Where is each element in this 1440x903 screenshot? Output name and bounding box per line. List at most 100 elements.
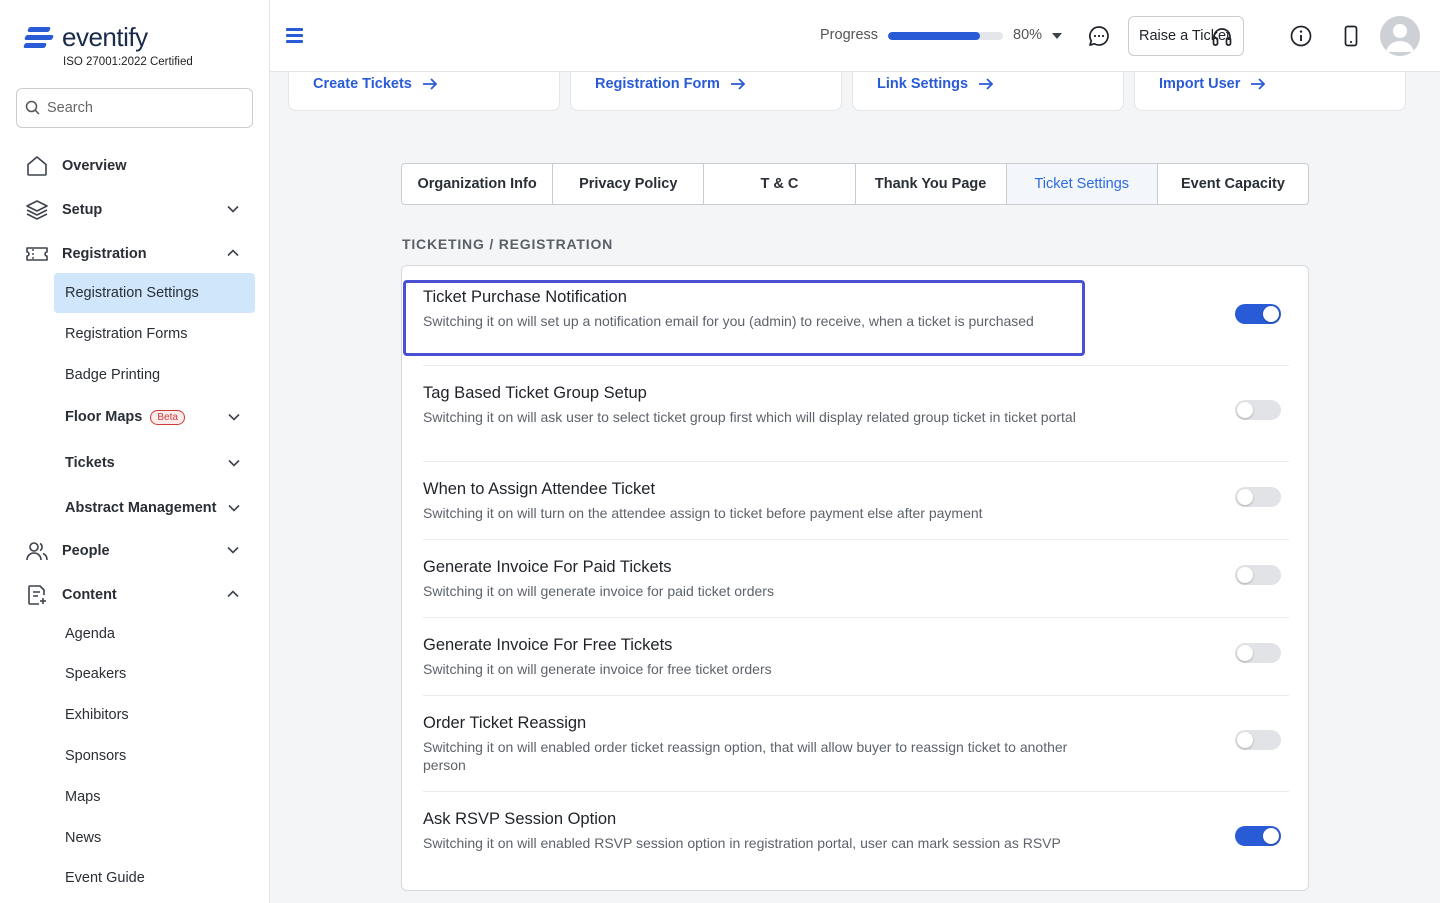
sidebar-item-abstract-management[interactable]: Abstract Management — [54, 488, 255, 528]
setting-description: Switching it on will ask user to select … — [423, 409, 1076, 425]
setting-row: Ask RSVP Session Option Switching it on … — [423, 792, 1289, 890]
setting-toggle[interactable] — [1235, 826, 1281, 846]
toggle-knob — [1237, 567, 1253, 583]
nav-setup[interactable]: Setup — [24, 193, 254, 227]
headset-icon — [1212, 28, 1232, 46]
sidebar-item-news[interactable]: News — [54, 818, 255, 858]
chevron-down-icon — [228, 459, 240, 467]
people-icon — [24, 538, 50, 564]
tab-event-capacity[interactable]: Event Capacity — [1158, 164, 1308, 204]
tickets-label: Tickets — [65, 455, 115, 471]
setting-title: Ask RSVP Session Option — [423, 810, 617, 828]
sidebar-item-registration-settings[interactable]: Registration Settings — [54, 273, 255, 313]
chevron-down-icon — [228, 413, 240, 421]
toggle-knob — [1263, 828, 1279, 844]
sidebar-item-event-guide[interactable]: Event Guide — [54, 858, 255, 898]
setting-description: Switching it on will turn on the attende… — [423, 505, 983, 521]
mobile-icon[interactable] — [1338, 23, 1364, 49]
import-user-link[interactable]: Import User — [1159, 76, 1266, 92]
setting-description: Switching it on will set up a notificati… — [423, 313, 1034, 329]
setting-description: Switching it on will generate invoice fo… — [423, 583, 774, 599]
chevron-up-icon — [227, 590, 239, 598]
setting-toggle[interactable] — [1235, 487, 1281, 507]
nav-overview-label: Overview — [62, 158, 127, 174]
abstract-management-label: Abstract Management — [65, 500, 217, 516]
top-bar: Progress 80% Raise a Ticket — [270, 0, 1440, 72]
search-input[interactable] — [47, 100, 237, 116]
caret-down-icon[interactable] — [1052, 33, 1062, 39]
sidebar-item-speakers[interactable]: Speakers — [54, 654, 255, 694]
setting-row: Ticket Purchase Notification Switching i… — [423, 266, 1289, 366]
progress-percent: 80% — [1013, 27, 1043, 43]
settings-panel: Ticket Purchase Notification Switching i… — [401, 265, 1309, 891]
tab-organization-info[interactable]: Organization Info — [402, 164, 554, 204]
setting-title: Generate Invoice For Paid Tickets — [423, 558, 672, 576]
toggle-knob — [1237, 732, 1253, 748]
sidebar-item-floor-maps[interactable]: Floor Maps Beta — [54, 397, 255, 437]
layers-icon — [24, 197, 50, 223]
nav-content[interactable]: Content — [24, 578, 254, 612]
search-box[interactable] — [16, 88, 253, 128]
setting-toggle[interactable] — [1235, 304, 1281, 324]
setting-description: Switching it on will enabled order ticke… — [423, 739, 1068, 773]
chevron-up-icon — [227, 249, 239, 257]
setting-title: Order Ticket Reassign — [423, 714, 587, 732]
user-avatar-icon[interactable] — [1380, 16, 1420, 56]
sidebar-item-agenda[interactable]: Agenda — [54, 614, 255, 654]
tab-ticket-settings[interactable]: Ticket Settings — [1006, 164, 1158, 204]
menu-icon[interactable] — [286, 27, 304, 43]
sidebar-item-sponsors[interactable]: Sponsors — [54, 736, 255, 776]
setting-toggle[interactable] — [1235, 643, 1281, 663]
setting-toggle[interactable] — [1235, 400, 1281, 420]
chevron-down-icon — [228, 504, 240, 512]
toggle-knob — [1237, 645, 1253, 661]
tab-privacy-policy[interactable]: Privacy Policy — [553, 164, 705, 204]
settings-tabs: Organization Info Privacy Policy T & C T… — [401, 163, 1309, 205]
setting-title: Tag Based Ticket Group Setup — [423, 384, 647, 402]
floor-maps-label: Floor Maps — [65, 409, 143, 425]
ticket-icon — [24, 241, 50, 267]
progress-bar — [888, 32, 1003, 40]
setting-row: Tag Based Ticket Group Setup Switching i… — [423, 366, 1289, 462]
setting-toggle[interactable] — [1235, 565, 1281, 585]
nav-people[interactable]: People — [24, 534, 254, 568]
toggle-knob — [1237, 489, 1253, 505]
nav-setup-label: Setup — [62, 202, 103, 218]
chat-icon[interactable] — [1086, 23, 1112, 49]
setting-title: When to Assign Attendee Ticket — [423, 480, 656, 498]
registration-form-link[interactable]: Registration Form — [595, 76, 746, 92]
tab-terms-conditions[interactable]: T & C — [704, 164, 856, 204]
chevron-down-icon — [227, 205, 239, 213]
certification-text: ISO 27001:2022 Certified — [63, 56, 193, 68]
create-tickets-label: Create Tickets — [313, 76, 412, 92]
beta-badge: Beta — [150, 409, 185, 425]
sidebar-item-maps[interactable]: Maps — [54, 777, 255, 817]
eventify-logo[interactable]: eventify — [23, 22, 148, 53]
home-icon — [24, 153, 50, 179]
create-tickets-link[interactable]: Create Tickets — [313, 76, 438, 92]
tab-thank-you-page[interactable]: Thank You Page — [856, 164, 1007, 204]
nav-registration-label: Registration — [62, 246, 147, 262]
nav-registration[interactable]: Registration — [24, 237, 254, 271]
progress-bar-fill — [888, 32, 980, 40]
setting-title: Ticket Purchase Notification — [423, 288, 627, 306]
toggle-knob — [1263, 306, 1279, 322]
setting-row: Order Ticket Reassign Switching it on wi… — [423, 696, 1289, 792]
nav-people-label: People — [62, 543, 110, 559]
sidebar-item-badge-printing[interactable]: Badge Printing — [54, 355, 255, 395]
nav-content-label: Content — [62, 587, 117, 603]
section-title: TICKETING / REGISTRATION — [402, 236, 614, 252]
info-icon[interactable] — [1288, 23, 1314, 49]
sidebar-item-exhibitors[interactable]: Exhibitors — [54, 695, 255, 735]
setting-row: Generate Invoice For Paid Tickets Switch… — [423, 540, 1289, 618]
sidebar-item-registration-forms[interactable]: Registration Forms — [54, 314, 255, 354]
sidebar-item-tickets[interactable]: Tickets — [54, 443, 255, 483]
raise-ticket-button[interactable]: Raise a Ticket — [1128, 16, 1244, 56]
setting-toggle[interactable] — [1235, 730, 1281, 750]
nav-overview[interactable]: Overview — [24, 149, 254, 183]
brand-name: eventify — [62, 22, 148, 52]
arrow-right-icon — [1251, 78, 1266, 90]
search-icon — [25, 100, 40, 115]
arrow-right-icon — [422, 78, 438, 90]
link-settings-link[interactable]: Link Settings — [877, 76, 994, 92]
